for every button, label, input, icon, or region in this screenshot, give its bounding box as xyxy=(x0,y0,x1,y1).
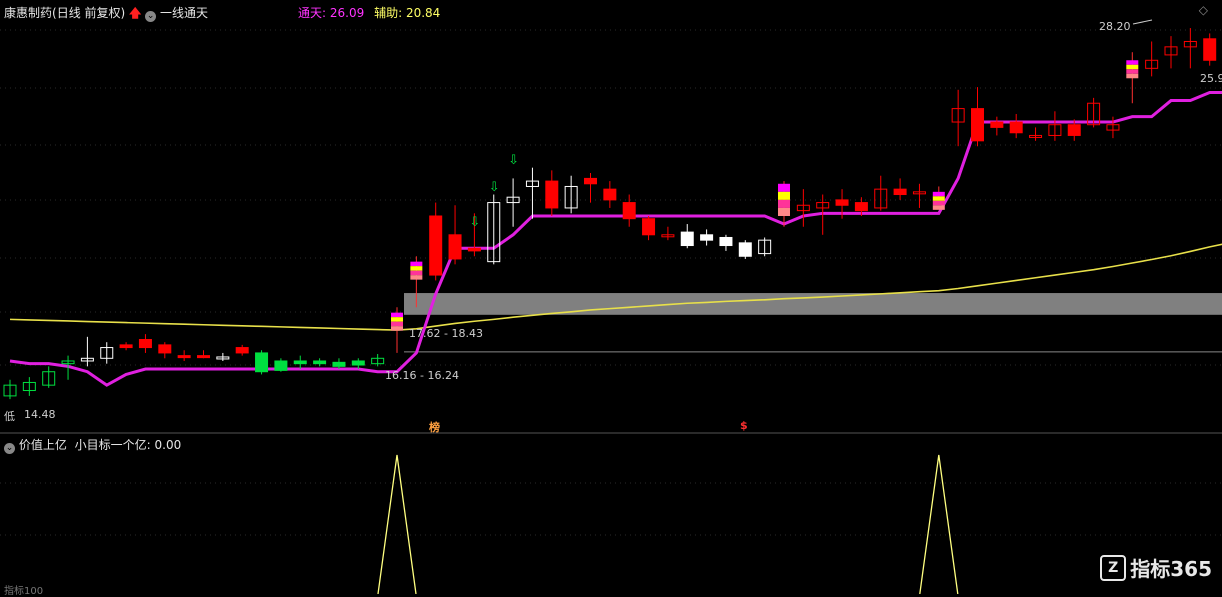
zone-upper xyxy=(404,293,1222,315)
candle-body xyxy=(893,188,907,196)
candle-body xyxy=(255,352,269,373)
candle-body xyxy=(467,247,481,252)
candle-body xyxy=(448,234,462,260)
signal-candle-segment xyxy=(410,270,423,276)
signal-candle-segment xyxy=(778,207,790,216)
signal-candle-segment xyxy=(391,326,403,331)
signal-candle-segment xyxy=(932,200,945,206)
candle-body xyxy=(1067,124,1081,136)
grid-lines xyxy=(0,29,1222,536)
candle-body xyxy=(177,355,191,359)
series-tong-tian xyxy=(9,90,1222,387)
fu-zhu-value: 20.84 xyxy=(405,6,441,20)
fu-zhu-label: 辅助: xyxy=(374,6,403,20)
candle-body xyxy=(429,215,443,276)
indicator-values: 通天: 26.09 辅助: 20.84 xyxy=(298,4,440,21)
signal-candle-segment xyxy=(778,183,790,192)
sub-header: ⌄ 价值上亿 小目标一个亿: 0.00 xyxy=(4,436,181,454)
chart-canvas[interactable]: ⇩ ⇩ ⇩ xyxy=(0,0,1222,594)
candle-body xyxy=(158,344,172,354)
signal-candle-segment xyxy=(932,191,945,197)
up-arrow-icon[interactable]: 🡅 xyxy=(129,6,141,20)
candle-body xyxy=(197,355,210,359)
signal-candle-segment xyxy=(410,266,423,271)
candle-body xyxy=(138,339,152,349)
tong-tian-value: 26.09 xyxy=(329,6,365,20)
candle-body xyxy=(274,360,288,371)
down-arrow-icon: ⇩ xyxy=(489,180,500,195)
signal-candle-segment xyxy=(932,205,945,210)
candle-body xyxy=(990,121,1004,128)
candle-body xyxy=(854,202,868,212)
candle-body xyxy=(351,360,365,366)
zone-lower-label: 16.16 - 16.24 xyxy=(385,369,459,382)
signal-candle-segment xyxy=(391,317,403,322)
signal-candle-segment xyxy=(778,191,790,200)
bottom-tag: 指标100 xyxy=(4,586,44,597)
tong-tian-label: 通天: xyxy=(298,6,327,20)
signal-candle-segment xyxy=(1126,60,1139,65)
candle-body xyxy=(642,218,656,236)
signal-candle-segment xyxy=(1126,64,1139,70)
candle-body xyxy=(1203,38,1217,61)
circle-dropdown-icon[interactable]: ⌄ xyxy=(145,11,157,22)
candle-body xyxy=(293,360,307,365)
sub-panel xyxy=(377,454,959,594)
signal-candle-segment xyxy=(410,275,423,280)
candle-body xyxy=(1009,121,1023,134)
signal-candle-segment xyxy=(391,312,403,318)
candles xyxy=(3,28,1217,400)
candle-body xyxy=(738,242,752,257)
candle-body xyxy=(700,234,714,241)
watermark-text: 指标365 xyxy=(1130,557,1212,581)
signal-candle-segment xyxy=(410,261,423,267)
sub-line-value: 0.00 xyxy=(154,438,182,452)
down-arrow-icon: ⇩ xyxy=(508,153,519,168)
chart-header: 康惠制药(日线 前复权) 🡅 ⌄ 一线通天 xyxy=(4,4,208,25)
candle-body xyxy=(680,231,694,247)
sub-title: 价值上亿 xyxy=(18,438,67,452)
spike-line xyxy=(377,454,417,594)
signal-candle-segment xyxy=(932,196,945,201)
stock-name: 康惠制药 xyxy=(4,6,53,20)
candle-body xyxy=(719,236,733,247)
indicator-lines xyxy=(9,90,1222,387)
diamond-icon[interactable]: ◇ xyxy=(1199,3,1208,17)
candle-body xyxy=(313,360,327,365)
candle-body xyxy=(835,199,849,206)
indicator-name: 一线通天 xyxy=(160,6,209,20)
candle-body xyxy=(119,344,133,349)
candle-body xyxy=(971,108,984,142)
zone-bands xyxy=(404,293,1222,353)
candle-body xyxy=(332,361,346,367)
signal-candle-segment xyxy=(391,321,403,327)
candle-body xyxy=(545,180,559,209)
spike-line xyxy=(919,454,959,594)
high-price-label: 28.20 xyxy=(1099,20,1131,33)
down-arrow-icon: ⇩ xyxy=(469,215,480,230)
marker-mid: $ xyxy=(740,419,748,432)
candle-body xyxy=(235,347,249,354)
right-price-label: 25.9 xyxy=(1200,72,1222,85)
candle-body xyxy=(622,202,636,220)
high-arrow-icon xyxy=(1132,19,1153,25)
watermark-logo-icon: Z xyxy=(1100,554,1127,581)
circle-dropdown-icon[interactable]: ⌄ xyxy=(4,443,15,454)
low-price-label: 14.48 xyxy=(24,408,56,421)
signal-candle-segment xyxy=(778,199,790,208)
period-label: (日线 前复权) xyxy=(52,6,126,20)
marker-left: 榜 xyxy=(429,421,440,434)
low-prefix: 低 xyxy=(4,410,15,423)
signal-candle-segment xyxy=(1126,69,1139,74)
series-fu-zhu xyxy=(9,243,1222,331)
candle-body xyxy=(584,177,597,185)
signal-candle-segment xyxy=(1126,73,1139,79)
sub-line-label: 小目标一个亿: xyxy=(74,438,151,452)
watermark: Z 指标365 xyxy=(1100,553,1212,582)
candle-body xyxy=(603,188,617,201)
zone-upper-label: 17.62 - 18.43 xyxy=(409,327,483,340)
